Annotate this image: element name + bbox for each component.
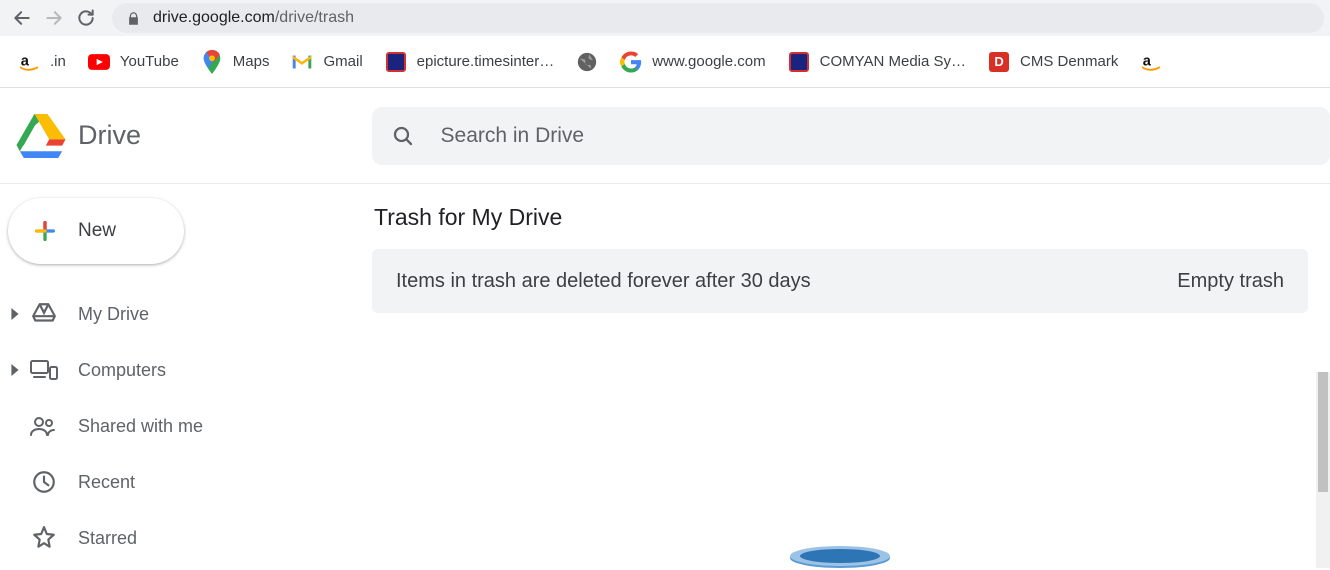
new-button-label: New (78, 220, 116, 242)
bookmarks-bar: a .in YouTube Maps Gmail epicture.timesi… (0, 36, 1330, 88)
app-header: Drive (0, 88, 1330, 184)
sidebar-item-label: Shared with me (78, 416, 203, 437)
sidebar-item-starred[interactable]: Starred (0, 510, 352, 566)
main-content: Trash for My Drive Items in trash are de… (372, 184, 1330, 568)
sidebar-item-recent[interactable]: Recent (0, 454, 352, 510)
my-drive-icon (30, 300, 58, 328)
amazon-icon: a (18, 51, 40, 73)
search-bar[interactable] (372, 107, 1330, 165)
site-icon: D (988, 51, 1010, 73)
sidebar-list: My Drive Computers Shared with me R (0, 286, 372, 566)
sidebar-item-label: Computers (78, 360, 166, 381)
sidebar-item-label: My Drive (78, 304, 149, 325)
brand-name: Drive (78, 120, 141, 151)
bookmark-label: www.google.com (652, 53, 765, 70)
bookmark-youtube[interactable]: YouTube (78, 44, 189, 80)
bookmark-gmail[interactable]: Gmail (281, 44, 372, 80)
sidebar-item-shared[interactable]: Shared with me (0, 398, 352, 454)
arrow-right-icon (44, 8, 64, 28)
page-title: Trash for My Drive (374, 204, 1330, 231)
star-icon (30, 524, 58, 552)
bookmark-label: epicture.timesinter… (417, 53, 555, 70)
empty-trash-button[interactable]: Empty trash (1177, 270, 1284, 293)
search-input[interactable] (439, 123, 1312, 149)
lock-icon (126, 11, 141, 26)
back-button[interactable] (6, 2, 38, 34)
reload-button[interactable] (70, 2, 102, 34)
shared-icon (30, 412, 58, 440)
reload-icon (76, 8, 96, 28)
amazon-icon: a (1140, 51, 1162, 73)
scrollbar-vertical[interactable] (1316, 372, 1330, 568)
plus-icon (30, 216, 60, 246)
drive-logo-icon (16, 114, 66, 158)
trash-notice: Items in trash are deleted forever after… (372, 249, 1308, 313)
bookmark-label: .in (50, 53, 66, 70)
computers-icon (30, 356, 58, 384)
app-body: New My Drive Computers (0, 184, 1330, 568)
bookmark-globe[interactable] (566, 44, 608, 80)
browser-toolbar: drive.google.com/drive/trash (0, 0, 1330, 36)
trash-illustration (785, 546, 895, 570)
bookmark-cms-denmark[interactable]: D CMS Denmark (978, 44, 1128, 80)
google-g-icon (620, 51, 642, 73)
bookmark-amazon-in[interactable]: a .in (8, 44, 76, 80)
address-bar[interactable]: drive.google.com/drive/trash (112, 3, 1324, 33)
url-path: /drive/trash (275, 9, 354, 27)
brand[interactable]: Drive (16, 114, 372, 158)
bookmark-label: Maps (233, 53, 270, 70)
bookmark-google[interactable]: www.google.com (610, 44, 775, 80)
gmaps-icon (201, 51, 223, 73)
sidebar-item-label: Starred (78, 528, 137, 549)
bookmark-label: Gmail (323, 53, 362, 70)
sidebar-item-label: Recent (78, 472, 135, 493)
notice-text: Items in trash are deleted forever after… (396, 270, 811, 293)
globe-icon (576, 51, 598, 73)
forward-button[interactable] (38, 2, 70, 34)
bookmark-epicture[interactable]: epicture.timesinter… (375, 44, 565, 80)
sidebar: New My Drive Computers (0, 184, 372, 568)
chevron-right-icon (4, 308, 26, 320)
url-host: drive.google.com (153, 9, 275, 27)
recent-icon (30, 468, 58, 496)
gmail-icon (291, 51, 313, 73)
search-icon (390, 124, 417, 148)
site-icon (385, 51, 407, 73)
scrollbar-thumb[interactable] (1318, 372, 1328, 492)
bookmark-amazon[interactable]: a (1130, 44, 1172, 80)
site-icon (788, 51, 810, 73)
arrow-left-icon (12, 8, 32, 28)
sidebar-item-computers[interactable]: Computers (0, 342, 352, 398)
bookmark-label: CMS Denmark (1020, 53, 1118, 70)
youtube-icon (88, 51, 110, 73)
new-button[interactable]: New (8, 198, 184, 264)
bookmark-label: COMYAN Media Sy… (820, 53, 966, 70)
bookmark-label: YouTube (120, 53, 179, 70)
chevron-right-icon (4, 364, 26, 376)
bookmark-maps[interactable]: Maps (191, 44, 280, 80)
bookmark-comyan[interactable]: COMYAN Media Sy… (778, 44, 976, 80)
sidebar-item-my-drive[interactable]: My Drive (0, 286, 352, 342)
